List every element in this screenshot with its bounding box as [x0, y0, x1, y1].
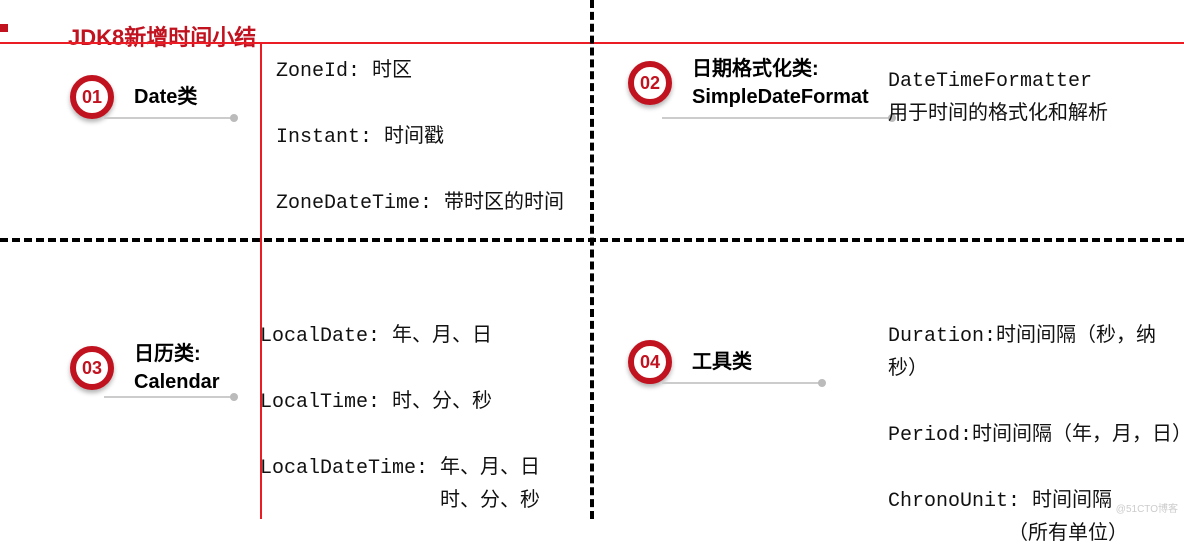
- vertical-dash-divider: [590, 0, 594, 519]
- line: Instant: 时间戳: [276, 121, 564, 154]
- quadrant-04: 04 工具类 Duration:时间间隔（秒，纳秒） Period:时间间隔（年…: [628, 320, 1184, 384]
- heading-line: Calendar: [134, 368, 220, 396]
- heading-line: SimpleDateFormat: [692, 83, 869, 111]
- horizontal-dash-divider: [0, 238, 1184, 242]
- heading-line: 日历类:: [134, 340, 220, 368]
- quadrant-03: 03 日历类: Calendar LocalDate: 年、月、日 LocalT…: [70, 320, 576, 396]
- heading-text-02: 日期格式化类: SimpleDateFormat: [692, 55, 869, 111]
- connector-03: [104, 396, 234, 398]
- connector-01: [104, 117, 234, 119]
- heading-line: 日期格式化类:: [692, 55, 869, 83]
- badge-02: 02: [628, 61, 672, 105]
- line: 用于时间的格式化和解析: [888, 98, 1108, 131]
- line: 时、分、秒: [260, 485, 540, 518]
- line: LocalTime: 时、分、秒: [260, 386, 540, 419]
- page-title: JDK8新增时间小结: [68, 20, 256, 52]
- line: DateTimeFormatter: [888, 65, 1108, 98]
- line: Period:时间间隔（年，月，日）: [888, 419, 1184, 452]
- heading-text-03: 日历类: Calendar: [134, 340, 220, 396]
- quadrant-02: 02 日期格式化类: SimpleDateFormat DateTimeForm…: [628, 55, 1184, 111]
- quadrant-01: 01 Date类 ZoneId: 时区 Instant: 时间戳 ZoneDat…: [70, 55, 576, 119]
- badge-03: 03: [70, 346, 114, 390]
- connector-02: [662, 117, 892, 119]
- content-02: DateTimeFormatter 用于时间的格式化和解析: [888, 65, 1108, 131]
- heading-text-04: 工具类: [692, 348, 752, 376]
- connector-04: [662, 382, 822, 384]
- badge-04: 04: [628, 340, 672, 384]
- line: ZoneDateTime: 带时区的时间: [276, 187, 564, 220]
- content-01: ZoneId: 时区 Instant: 时间戳 ZoneDateTime: 带时…: [276, 55, 564, 220]
- line: LocalDate: 年、月、日: [260, 320, 540, 353]
- content-03: LocalDate: 年、月、日 LocalTime: 时、分、秒 LocalD…: [260, 320, 540, 518]
- accent-square: [0, 24, 8, 32]
- line: ZoneId: 时区: [276, 55, 564, 88]
- content-04: Duration:时间间隔（秒，纳秒） Period:时间间隔（年，月，日） C…: [888, 320, 1184, 551]
- line: Duration:时间间隔（秒，纳秒）: [888, 320, 1184, 386]
- watermark: @51CTO博客: [1116, 500, 1178, 515]
- line: LocalDateTime: 年、月、日: [260, 452, 540, 485]
- heading-text-01: Date类: [134, 83, 197, 111]
- badge-01: 01: [70, 75, 114, 119]
- line: （所有单位）: [888, 518, 1184, 551]
